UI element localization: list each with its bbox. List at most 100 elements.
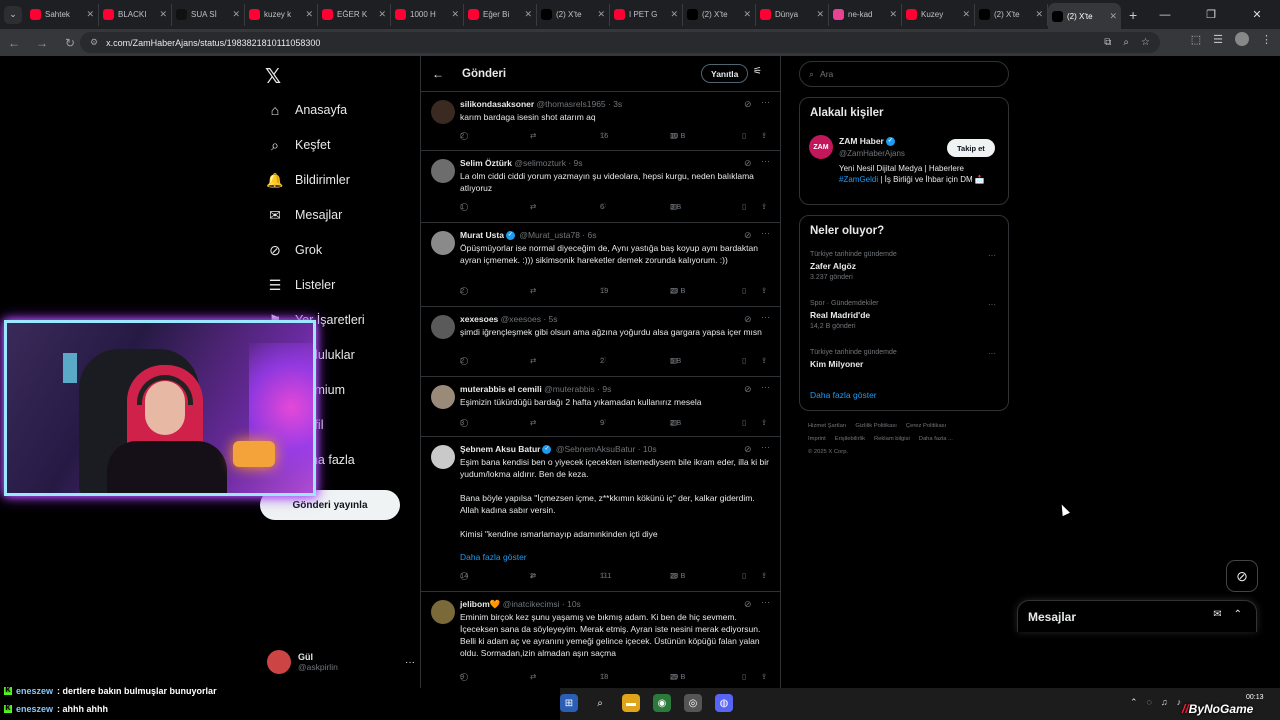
related-name[interactable]: ZAM Haber ✓ <box>839 136 897 147</box>
reply-button[interactable]: Yanıtla <box>701 64 749 83</box>
browser-tab[interactable]: Eğer Bi ✕ <box>464 3 537 26</box>
tray-chevron-icon[interactable]: ⌃ <box>1130 697 1138 708</box>
tab-close-icon[interactable]: ✕ <box>159 9 167 20</box>
tweet-avatar[interactable] <box>431 600 455 624</box>
browser-tab[interactable]: (2) X'te ✕ <box>683 3 756 26</box>
app-icon[interactable]: ◎ <box>684 694 702 712</box>
chrome-icon[interactable]: ◉ <box>653 694 671 712</box>
tweet-avatar[interactable] <box>431 315 455 339</box>
bookmark-icon[interactable]: ▯ <box>742 286 746 295</box>
nav-item[interactable]: 🔔 Bildirimler <box>266 165 350 195</box>
browser-tab[interactable]: Sahtek ✕ <box>26 3 99 26</box>
profile-avatar-icon[interactable] <box>1235 32 1249 46</box>
grok-explain-icon[interactable]: ⊘ <box>744 314 752 325</box>
tab-close-icon[interactable]: ✕ <box>743 9 751 20</box>
trend-more-icon[interactable]: ··· <box>988 251 996 260</box>
browser-tab[interactable]: EĞER K ✕ <box>318 3 391 26</box>
tray-volume-icon[interactable]: ♪ <box>1177 697 1182 708</box>
bookmark-icon[interactable]: ▯ <box>742 571 746 580</box>
grok-explain-icon[interactable]: ⊘ <box>744 599 752 610</box>
tab-close-icon[interactable]: ✕ <box>232 9 240 20</box>
tweet-author-name[interactable]: xexesoes <box>460 314 498 324</box>
browser-tab[interactable]: (2) X'te ✕ <box>1048 3 1121 29</box>
tab-close-icon[interactable]: ✕ <box>816 9 824 20</box>
tweet-avatar[interactable] <box>431 385 455 409</box>
bookmark-icon[interactable]: ▯ <box>742 356 746 365</box>
tweet-avatar[interactable] <box>431 445 455 469</box>
tab-close-icon[interactable]: ✕ <box>524 9 532 20</box>
forward-icon[interactable]: → <box>28 36 56 50</box>
grok-explain-icon[interactable]: ⊘ <box>744 99 752 110</box>
share-icon[interactable]: ⇪ <box>761 672 767 681</box>
grok-floating-icon[interactable]: ⊘ <box>1226 560 1258 592</box>
discord-icon[interactable]: ◍ <box>715 694 733 712</box>
trends-show-more[interactable]: Daha fazla göster <box>810 390 877 400</box>
browser-menu-icon[interactable]: ⋮ <box>1261 33 1272 46</box>
tweet-avatar[interactable] <box>431 100 455 124</box>
share-icon[interactable]: ⇪ <box>761 356 767 365</box>
close-window-icon[interactable]: ✕ <box>1234 8 1280 21</box>
footer-link[interactable]: Gizlilik Politikası <box>855 423 897 429</box>
footer-link[interactable]: Imprint <box>808 436 826 442</box>
search-input[interactable]: ⌕ Ara <box>799 61 1009 87</box>
browser-tab[interactable]: SUA Sİ ✕ <box>172 3 245 26</box>
tweet-more-icon[interactable]: ··· <box>761 442 770 452</box>
tweet-avatar[interactable] <box>431 159 455 183</box>
zam-logo[interactable]: ZAM <box>809 135 833 159</box>
browser-tab[interactable]: BLACKI ✕ <box>99 3 172 26</box>
tab-close-icon[interactable]: ✕ <box>1035 9 1043 20</box>
tray-mic-icon[interactable]: ♫ <box>1161 697 1168 708</box>
nav-item[interactable]: ☰ Listeler <box>267 270 336 300</box>
x-logo-icon[interactable]: 𝕏 <box>265 64 281 88</box>
tweet-avatar[interactable] <box>431 231 455 255</box>
browser-tab[interactable]: I PET G ✕ <box>610 3 683 26</box>
grok-explain-icon[interactable]: ⊘ <box>744 444 752 455</box>
nav-item[interactable]: ✉ Mesajlar <box>267 200 342 230</box>
tab-close-icon[interactable]: ✕ <box>670 9 678 20</box>
reply-tweet[interactable]: jelibom🧡 @inatcikecimsi · 10s ⊘ ··· Eminim … <box>421 592 780 688</box>
tweet-more-icon[interactable]: ··· <box>761 156 770 166</box>
tweet-author-name[interactable]: Selim Öztürk <box>460 158 512 168</box>
share-icon[interactable]: ⇪ <box>761 131 767 140</box>
tab-close-icon[interactable]: ✕ <box>597 9 605 20</box>
browser-tab[interactable]: kuzey k ✕ <box>245 3 318 26</box>
bookmark-icon[interactable]: ▯ <box>742 418 746 427</box>
tab-close-icon[interactable]: ✕ <box>451 9 459 20</box>
tab-close-icon[interactable]: ✕ <box>378 9 386 20</box>
more-dots-icon[interactable]: ··· <box>405 657 415 668</box>
footer-link[interactable]: Çerez Politikası <box>906 423 946 429</box>
new-tab-button[interactable]: + <box>1129 7 1137 23</box>
bookmark-star-icon[interactable]: ☆ <box>1141 37 1150 48</box>
reply-tweet[interactable]: muterabbis el cemili @muterabbis · 9s ⊘ ··… <box>421 377 780 437</box>
browser-tab[interactable]: Kuzey ✕ <box>902 3 975 26</box>
tab-close-icon[interactable]: ✕ <box>1109 11 1117 22</box>
extensions-icon[interactable]: ⬚ <box>1191 33 1201 46</box>
messages-drawer[interactable]: Mesajlar ✉ ⌃ <box>1017 600 1257 632</box>
filter-icon[interactable]: ⚟ <box>753 66 762 77</box>
nav-item[interactable]: ⌕ Keşfet <box>267 130 330 160</box>
tab-close-icon[interactable]: ✕ <box>305 9 313 20</box>
tweet-author-name[interactable]: Murat Usta <box>460 230 504 240</box>
footer-link[interactable]: Erişilebilirlik <box>835 436 865 442</box>
site-info-icon[interactable]: ⚙ <box>90 37 98 48</box>
nav-item[interactable]: ⌂ Anasayfa <box>267 95 347 125</box>
grok-explain-icon[interactable]: ⊘ <box>744 230 752 241</box>
reply-tweet[interactable]: silikondasaksoner @thomasrels1965 · 3s ⊘ ·… <box>421 92 780 151</box>
maximize-icon[interactable]: ❐ <box>1188 8 1234 21</box>
trend-item[interactable]: Türkiye tarihinde gündemde Zafer Algöz 3.2… <box>810 251 1000 281</box>
url-input[interactable]: ⚙ x.com/ZamHaberAjans/status/19838218101… <box>80 32 1160 53</box>
account-switcher[interactable]: Gül @askpirlin ··· <box>267 646 415 678</box>
zoom-icon[interactable]: ⌕ <box>1123 37 1129 48</box>
reply-tweet[interactable]: Şebnem Aksu Batur ✓ @SebnemAksuBatur · 10… <box>421 437 780 592</box>
install-app-icon[interactable]: ⧉ <box>1104 37 1111 48</box>
nav-item[interactable]: ⊘ Grok <box>267 235 322 265</box>
back-icon[interactable]: ← <box>0 36 28 50</box>
tab-close-icon[interactable]: ✕ <box>86 9 94 20</box>
footer-link[interactable]: Reklam bilgisi <box>874 436 910 442</box>
tab-search-menu-icon[interactable]: ⌄ <box>4 5 22 24</box>
tweet-more-icon[interactable]: ··· <box>761 228 770 238</box>
tweet-more-icon[interactable]: ··· <box>761 382 770 392</box>
expand-icon[interactable]: ⌃ <box>1234 609 1242 620</box>
tray-network-icon[interactable]: ◌ <box>1147 697 1152 708</box>
browser-tab[interactable]: ne-kad ✕ <box>829 3 902 26</box>
